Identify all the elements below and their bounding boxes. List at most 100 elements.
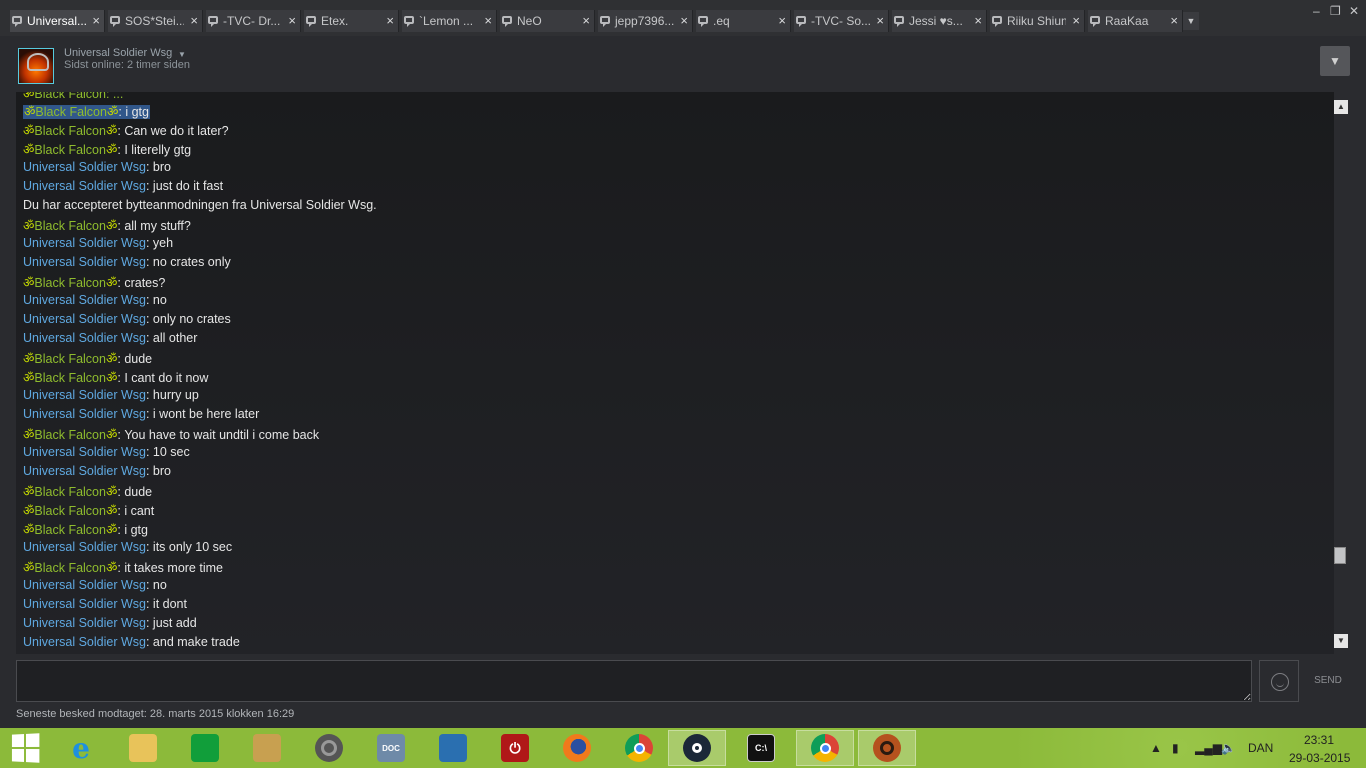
internet-explorer-taskbar-button[interactable]: e <box>52 730 110 766</box>
minimize-button[interactable]: – <box>1313 4 1320 18</box>
close-tab-icon[interactable]: × <box>288 13 296 29</box>
om-symbol-icon: ॐ <box>23 143 35 157</box>
chat-tab-2[interactable]: -TVC- Dr... × <box>206 10 301 32</box>
close-tab-icon[interactable]: × <box>92 13 100 29</box>
shutdown-app-taskbar-button[interactable]: ⏻ <box>486 730 544 766</box>
sender-name[interactable]: Black Falcon <box>34 276 106 290</box>
chat-tab-0[interactable]: Universal... × <box>10 10 105 32</box>
sender-name[interactable]: Black Falcon <box>34 124 106 138</box>
friend-name[interactable]: Universal Soldier Wsg <box>64 47 172 59</box>
store-taskbar-button[interactable] <box>176 730 234 766</box>
steam-taskbar-button[interactable] <box>668 730 726 766</box>
sender-name[interactable]: Black Falcon <box>34 219 106 233</box>
sender-name[interactable]: Universal Soldier Wsg <box>23 407 146 421</box>
sender-name[interactable]: Universal Soldier Wsg <box>23 578 146 592</box>
close-tab-icon[interactable]: × <box>190 13 198 29</box>
sender-name[interactable]: Black Falcon <box>35 105 107 119</box>
firefox-taskbar-button[interactable] <box>548 730 606 766</box>
internet-explorer-icon: e <box>72 731 90 765</box>
chat-message: ॐBlack Falconॐ: You have to wait undtil … <box>23 426 319 443</box>
maximize-button[interactable]: ❐ <box>1330 4 1341 18</box>
sender-name[interactable]: Black Falcon <box>34 352 106 366</box>
sender-name[interactable]: Universal Soldier Wsg <box>23 445 146 459</box>
sender-name[interactable]: Black Falcon <box>34 504 106 518</box>
tf2-taskbar-button[interactable] <box>858 730 916 766</box>
scroll-thumb[interactable] <box>1334 547 1346 564</box>
chat-tab-1[interactable]: SOS*Stei... × <box>108 10 203 32</box>
sender-name[interactable]: Black Falcon <box>34 371 106 385</box>
chrome-taskbar-button[interactable] <box>610 730 668 766</box>
sender-name[interactable]: Black Falcon <box>34 485 106 499</box>
sender-name[interactable]: Universal Soldier Wsg <box>23 331 146 345</box>
close-tab-icon[interactable]: × <box>582 13 590 29</box>
chat-tab-11[interactable]: RaaKaa × <box>1088 10 1183 32</box>
close-window-button[interactable]: ✕ <box>1349 4 1359 18</box>
tab-label: Jessi ♥s... <box>909 14 963 28</box>
emoticon-button[interactable] <box>1259 660 1299 702</box>
chat-message: Universal Soldier Wsg: just do it fast <box>23 179 223 193</box>
sender-name[interactable]: Universal Soldier Wsg <box>23 635 146 649</box>
signal-icon[interactable]: ▂▄▆ <box>1195 741 1222 755</box>
chat-tab-7[interactable]: .eq × <box>696 10 791 32</box>
chat-tab-3[interactable]: Etex. × <box>304 10 399 32</box>
chat-scrollbar[interactable] <box>1334 98 1348 650</box>
close-tab-icon[interactable]: × <box>680 13 688 29</box>
sender-name[interactable]: Universal Soldier Wsg <box>23 540 146 554</box>
close-tab-icon[interactable]: × <box>876 13 884 29</box>
sender-name[interactable]: Black Falcon <box>34 428 106 442</box>
speaker-icon <box>315 734 343 762</box>
send-button[interactable]: SEND <box>1306 660 1350 702</box>
message-text: Can we do it later? <box>124 124 229 138</box>
doc-app-taskbar-button[interactable]: DOC <box>362 730 420 766</box>
volume-icon[interactable]: 🔈 <box>1221 741 1236 755</box>
sender-name[interactable]: Universal Soldier Wsg <box>23 312 146 326</box>
sender-name[interactable]: Universal Soldier Wsg <box>23 179 146 193</box>
clock-date[interactable]: 29-03-2015 <box>1289 751 1350 765</box>
sender-name[interactable]: Universal Soldier Wsg <box>23 464 146 478</box>
chat-tab-8[interactable]: -TVC- So... × <box>794 10 889 32</box>
message-text: no crates only <box>152 255 231 269</box>
close-tab-icon[interactable]: × <box>1170 13 1178 29</box>
sender-name[interactable]: Universal Soldier Wsg <box>23 255 146 269</box>
sender-name[interactable]: Universal Soldier Wsg <box>23 236 146 250</box>
tray-arrow-icon[interactable]: ▲ <box>1150 741 1162 755</box>
sender-name[interactable]: Black Falcon <box>34 561 106 575</box>
chat-options-button[interactable]: ▼ <box>1320 46 1350 76</box>
sender-name[interactable]: Universal Soldier Wsg <box>23 388 146 402</box>
cmd-taskbar-button[interactable]: C:\ <box>732 730 790 766</box>
close-tab-icon[interactable]: × <box>484 13 492 29</box>
chevron-down-icon[interactable]: ▼ <box>178 50 186 59</box>
sender-name[interactable]: Black Falcon <box>34 143 106 157</box>
last-received-status: Seneste besked modtaget: 28. marts 2015 … <box>16 708 295 720</box>
close-tab-icon[interactable]: × <box>778 13 786 29</box>
scroll-down-button[interactable]: ▼ <box>1334 634 1348 648</box>
close-tab-icon[interactable]: × <box>974 13 982 29</box>
close-tab-icon[interactable]: × <box>1072 13 1080 29</box>
media-player-taskbar-button[interactable] <box>300 730 358 766</box>
sender-name[interactable]: Universal Soldier Wsg <box>23 160 146 174</box>
chrome-icon <box>811 734 839 762</box>
language-indicator[interactable]: DAN <box>1248 741 1273 755</box>
chat-tab-4[interactable]: `Lemon ... × <box>402 10 497 32</box>
file-explorer-taskbar-button[interactable] <box>114 730 172 766</box>
control-panel-taskbar-button[interactable] <box>424 730 482 766</box>
scroll-up-button[interactable]: ▲ <box>1334 100 1348 114</box>
clock-time[interactable]: 23:31 <box>1304 733 1334 747</box>
sender-name[interactable]: Universal Soldier Wsg <box>23 616 146 630</box>
sender-name[interactable]: Black Falcon <box>34 523 106 537</box>
chat-tab-6[interactable]: jepp7396... × <box>598 10 693 32</box>
app-gear-taskbar-button[interactable] <box>238 730 296 766</box>
sender-name[interactable]: Universal Soldier Wsg <box>23 293 146 307</box>
close-tab-icon[interactable]: × <box>386 13 394 29</box>
battery-icon[interactable]: ▮ <box>1172 741 1179 755</box>
chat-tab-5[interactable]: NeO × <box>500 10 595 32</box>
message-input[interactable] <box>16 660 1252 702</box>
sender-name[interactable]: Universal Soldier Wsg <box>23 597 146 611</box>
start-button[interactable] <box>0 730 50 766</box>
chat-tab-9[interactable]: Jessi ♥s... × <box>892 10 987 32</box>
friend-avatar[interactable] <box>18 48 54 84</box>
tabs-overflow-button[interactable]: ▼ <box>1183 12 1199 30</box>
chat-tab-10[interactable]: Riiku Shiun × <box>990 10 1085 32</box>
chrome-2-taskbar-button[interactable] <box>796 730 854 766</box>
message-text: dude <box>124 352 153 366</box>
